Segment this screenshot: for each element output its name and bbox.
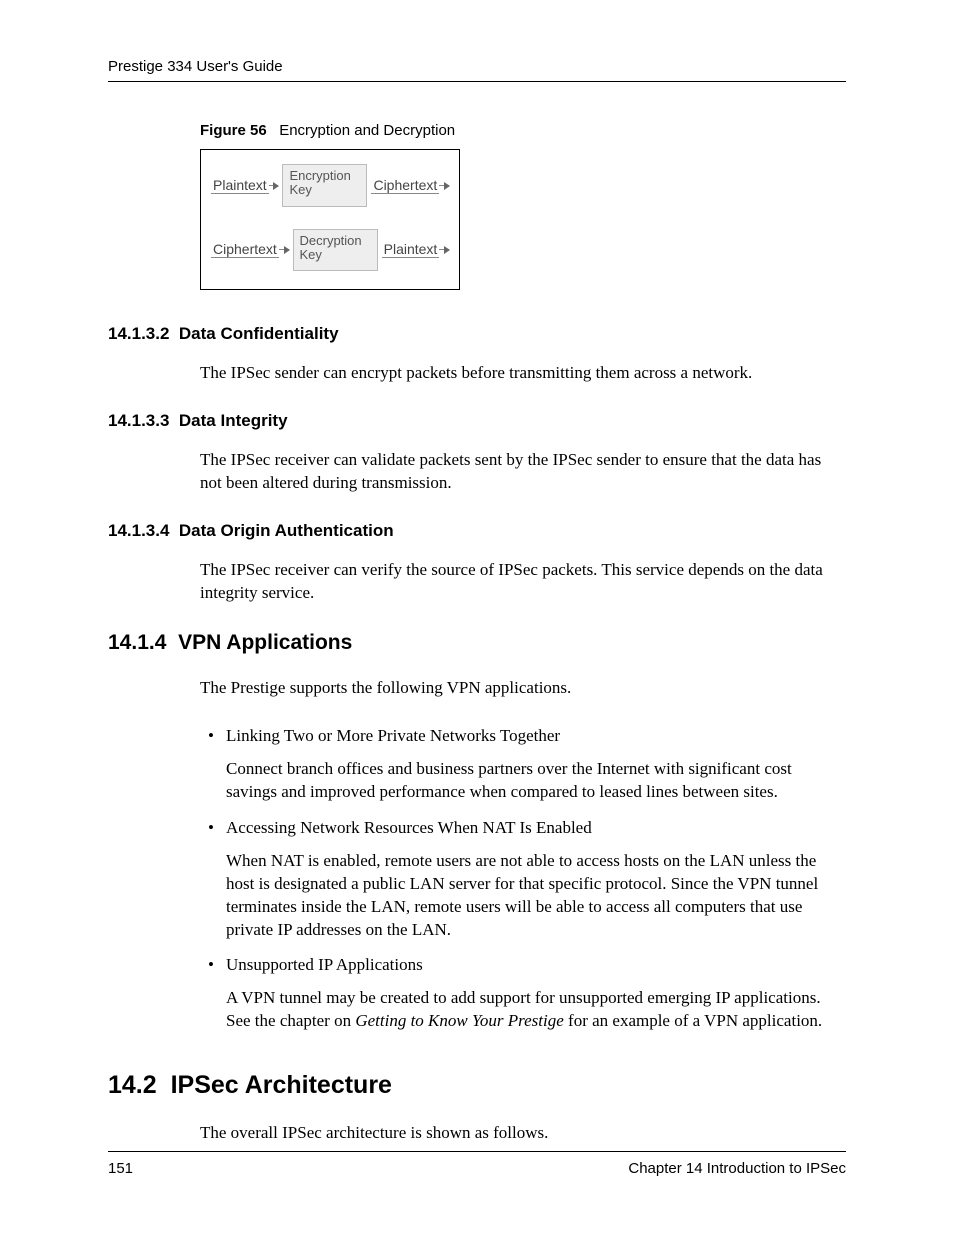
heading-text: Data Integrity: [179, 411, 288, 430]
paragraph: The IPSec receiver can validate packets …: [200, 449, 846, 495]
heading-text: IPSec Architecture: [171, 1071, 392, 1099]
list-item: Accessing Network Resources When NAT Is …: [226, 818, 846, 942]
chapter-label: Chapter 14 Introduction to IPSec: [628, 1160, 846, 1177]
figure-diagram: Plaintext Encryption Key Ciphertext Ciph…: [200, 149, 460, 290]
heading-number: 14.1.3.2: [108, 324, 169, 343]
page-header: Prestige 334 User's Guide: [108, 58, 846, 82]
figure-key-2: Decryption Key: [293, 229, 378, 272]
figure-row-decryption: Ciphertext Decryption Key Plaintext: [211, 229, 449, 272]
list-item-title: Linking Two or More Private Networks Tog…: [226, 726, 846, 746]
heading-number: 14.1.3.3: [108, 411, 169, 430]
heading-text: Data Confidentiality: [179, 324, 339, 343]
heading-data-confidentiality: 14.1.3.2 Data Confidentiality: [108, 324, 846, 344]
heading-number: 14.1.4: [108, 631, 166, 654]
heading-data-integrity: 14.1.3.3 Data Integrity: [108, 411, 846, 431]
arrow-icon: [269, 185, 279, 186]
heading-ipsec-architecture: 14.2 IPSec Architecture: [108, 1071, 846, 1100]
heading-data-origin-auth: 14.1.3.4 Data Origin Authentication: [108, 521, 846, 541]
figure-output-2: Plaintext: [382, 241, 440, 258]
figure-label: Figure 56: [200, 122, 267, 139]
figure-output-1: Ciphertext: [371, 177, 439, 194]
page-number: 151: [108, 1160, 133, 1177]
paragraph: The Prestige supports the following VPN …: [200, 677, 846, 700]
figure-caption: Figure 56 Encryption and Decryption: [200, 122, 846, 139]
page-footer: 151 Chapter 14 Introduction to IPSec: [108, 1151, 846, 1177]
paragraph: The IPSec receiver can verify the source…: [200, 559, 846, 605]
heading-vpn-applications: 14.1.4 VPN Applications: [108, 631, 846, 655]
paragraph: The IPSec sender can encrypt packets bef…: [200, 362, 846, 385]
heading-text: Data Origin Authentication: [179, 521, 394, 540]
list-item-body: Connect branch offices and business part…: [226, 758, 846, 804]
arrow-icon: [439, 185, 449, 186]
list-item: Unsupported IP Applications A VPN tunnel…: [226, 955, 846, 1033]
heading-number: 14.1.3.4: [108, 521, 169, 540]
list-item-title: Accessing Network Resources When NAT Is …: [226, 818, 846, 838]
arrow-icon: [279, 249, 289, 250]
paragraph: The overall IPSec architecture is shown …: [200, 1122, 846, 1145]
figure-row-encryption: Plaintext Encryption Key Ciphertext: [211, 164, 449, 207]
italic-reference: Getting to Know Your Prestige: [355, 1011, 563, 1030]
list-item-body: When NAT is enabled, remote users are no…: [226, 850, 846, 942]
heading-text: VPN Applications: [178, 631, 352, 654]
text-span: for an example of a VPN application.: [564, 1011, 822, 1030]
arrow-icon: [439, 249, 449, 250]
list-item-body: A VPN tunnel may be created to add suppo…: [226, 987, 846, 1033]
figure-input-2: Ciphertext: [211, 241, 279, 258]
figure-key-1: Encryption Key: [282, 164, 367, 207]
figure-title: Encryption and Decryption: [279, 122, 455, 139]
list-item: Linking Two or More Private Networks Tog…: [226, 726, 846, 804]
heading-number: 14.2: [108, 1071, 157, 1099]
list-item-title: Unsupported IP Applications: [226, 955, 846, 975]
figure-input-1: Plaintext: [211, 177, 269, 194]
